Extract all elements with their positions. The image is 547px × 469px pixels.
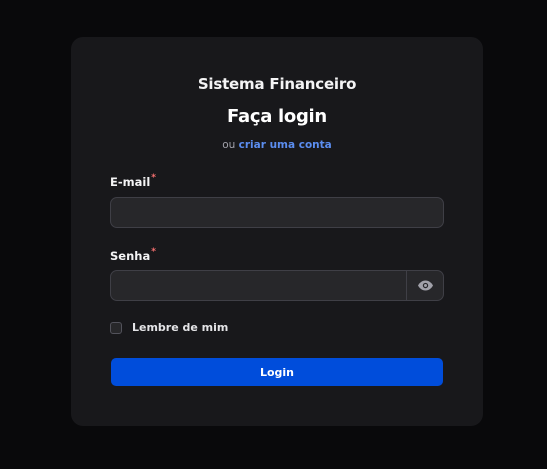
signup-prefix: ou — [222, 139, 236, 151]
app-name: Sistema Financeiro — [197, 75, 357, 93]
password-required-marker: * — [151, 247, 156, 257]
password-label: Senha* — [110, 247, 156, 263]
email-label-text: E-mail — [110, 175, 151, 189]
remember-me[interactable]: Lembre de mim — [110, 321, 228, 334]
remember-checkbox[interactable] — [110, 321, 122, 334]
eye-icon — [417, 276, 433, 295]
remember-label: Lembre de mim — [132, 321, 229, 334]
email-field[interactable] — [110, 197, 444, 228]
password-field[interactable] — [110, 270, 444, 301]
login-card: Sistema Financeiro Faça login ou criar u… — [71, 37, 483, 426]
password-label-text: Senha — [110, 249, 151, 263]
signup-prompt: ou criar uma conta — [71, 139, 483, 151]
show-password-button[interactable] — [406, 271, 443, 300]
email-label: E-mail* — [110, 173, 156, 189]
page-title: Faça login — [227, 106, 327, 127]
login-button[interactable]: Login — [111, 358, 443, 386]
email-required-marker: * — [151, 173, 156, 183]
signup-link[interactable]: criar uma conta — [239, 139, 332, 151]
